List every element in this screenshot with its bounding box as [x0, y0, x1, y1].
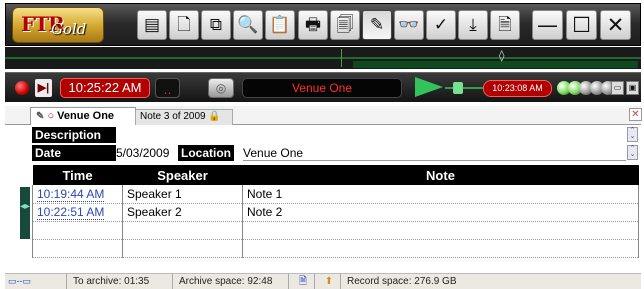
- window-mode-icon[interactable]: ▭: [611, 81, 624, 95]
- description-label: Description: [32, 127, 116, 143]
- find-page-icon[interactable]: 🔍: [233, 10, 263, 40]
- table-row[interactable]: [32, 239, 639, 258]
- notes-header-row: Time Speaker Note: [32, 165, 639, 185]
- note-time-cell[interactable]: 10:22:51 AM: [32, 203, 123, 222]
- record-space-status: Record space: 276.9 GB: [347, 276, 457, 287]
- tab-note-3[interactable]: Note 3 of 2009 🔒: [135, 109, 233, 125]
- session-fields: Description ⌃ ⌄ Date 5/03/2009 Location V…: [5, 125, 641, 161]
- network-status: ▭--▭: [5, 274, 67, 289]
- spellcheck-icon[interactable]: ✓: [426, 10, 456, 40]
- print-preview-icon[interactable]: 🗐: [330, 10, 360, 40]
- play-icon[interactable]: [415, 77, 443, 97]
- note-time-cell[interactable]: [32, 221, 123, 240]
- note-text-cell[interactable]: [242, 221, 639, 240]
- record-button[interactable]: [15, 81, 29, 95]
- note-speaker-cell[interactable]: [122, 221, 243, 240]
- new-page-icon[interactable]: 🗋: [169, 10, 199, 40]
- logo-sub-text: Gold: [51, 20, 87, 38]
- description-scroll-icon[interactable]: ⌃ ⌄: [627, 127, 638, 142]
- lock-icon: 🔒: [208, 111, 221, 122]
- note-speaker-cell[interactable]: Speaker 1: [122, 185, 243, 204]
- notes-panel: ◂▸ Time Speaker Note 10:19:44 AM Speaker …: [5, 165, 641, 270]
- insert-icon[interactable]: ⤓: [458, 10, 488, 40]
- tab-venue-one[interactable]: ✎ ○ Venue One: [30, 107, 136, 125]
- paste-icon[interactable]: 📋: [265, 10, 295, 40]
- note-text-cell[interactable]: Note 1: [242, 185, 639, 204]
- recording-circle-icon: ○: [47, 110, 55, 122]
- pen-icon: ✎: [36, 111, 45, 122]
- current-time-display: 10:25:22 AM: [60, 78, 150, 98]
- location-label: Location: [178, 145, 234, 161]
- note-speaker-cell[interactable]: Speaker 2: [122, 203, 243, 222]
- note-time-cell[interactable]: [32, 239, 123, 258]
- binoculars-icon[interactable]: 👓: [394, 10, 424, 40]
- edit-note-icon[interactable]: ✎: [362, 10, 392, 40]
- maximize-button[interactable]: ☐: [566, 10, 597, 40]
- document-icon[interactable]: 🗎: [490, 10, 520, 40]
- table-row[interactable]: 10:22:51 AM Speaker 2 Note 2: [32, 203, 639, 222]
- column-header-speaker[interactable]: Speaker: [122, 165, 243, 185]
- location-scroll-icon[interactable]: ⌃ ⌄: [627, 145, 638, 160]
- list-icon[interactable]: ▤: [137, 10, 167, 40]
- tab-venue-one-label: Venue One: [57, 110, 115, 122]
- archive-space-status: Archive space: 92:48: [173, 274, 289, 289]
- note-text-cell[interactable]: [242, 239, 639, 258]
- notes-table: Time Speaker Note 10:19:44 AM Speaker 1 No…: [32, 165, 639, 258]
- location-field[interactable]: Venue One: [243, 145, 626, 161]
- note-speaker-cell[interactable]: [122, 239, 243, 258]
- timeline-line: [5, 57, 641, 59]
- note-time-link[interactable]: 10:19:44 AM: [37, 186, 105, 202]
- network-icon: ▭--▭: [8, 276, 32, 286]
- close-tab-icon[interactable]: ✕: [629, 108, 642, 121]
- timeline-recorded-band: [353, 61, 638, 68]
- copy-pages-icon[interactable]: ⧉: [201, 10, 231, 40]
- note-time-link[interactable]: 10:22:51 AM: [37, 205, 105, 220]
- panel-mode-icon[interactable]: ▣: [626, 81, 639, 95]
- document-status-icon: 🗎: [289, 274, 315, 289]
- minimize-button[interactable]: —: [532, 10, 563, 40]
- row-marker[interactable]: ◂▸: [20, 187, 30, 239]
- main-toolbar: FTR Gold ▤ 🗋 ⧉ 🔍 📋 🖶 🗐 ✎ 👓 ✓ ⤓ 🗎 — ☐ ✕: [5, 3, 641, 46]
- to-archive-status: To archive: 01:35: [67, 274, 173, 289]
- options-button[interactable]: ‥: [155, 78, 180, 98]
- tab-bar: ✎ ○ Venue One Note 3 of 2009 🔒 ✕: [5, 106, 642, 125]
- timeline-marker-icon[interactable]: ◊: [499, 49, 508, 62]
- table-row[interactable]: [32, 221, 639, 240]
- timeline-track[interactable]: ◊: [5, 47, 641, 69]
- date-label: Date: [32, 145, 116, 161]
- skip-to-start-icon[interactable]: ▶|: [35, 79, 52, 97]
- table-row[interactable]: 10:19:44 AM Speaker 1 Note 1: [32, 185, 639, 204]
- row-pointer-icon: ◂▸: [20, 201, 31, 212]
- venue-display: Venue One: [242, 78, 402, 98]
- archive-status-icon: ⬆: [315, 274, 341, 289]
- close-button[interactable]: ✕: [600, 10, 631, 40]
- column-header-note[interactable]: Note: [242, 165, 639, 185]
- date-field[interactable]: 5/03/2009: [116, 145, 169, 161]
- transport-bar: ▶| 10:25:22 AM ‥ ◎ Venue One 10:23:08 AM…: [5, 72, 641, 102]
- speed-slider-thumb[interactable]: [453, 82, 463, 94]
- description-field[interactable]: [116, 127, 626, 143]
- column-header-time[interactable]: Time: [32, 165, 123, 185]
- app-logo: FTR Gold: [12, 7, 104, 43]
- print-icon[interactable]: 🖶: [298, 10, 328, 40]
- disc-icon[interactable]: ◎: [208, 78, 234, 98]
- timeline-cursor[interactable]: [341, 49, 342, 67]
- status-bar: ▭--▭ To archive: 01:35 Archive space: 92…: [5, 273, 641, 289]
- speed-slider-track[interactable]: [445, 87, 483, 89]
- note-time-cell[interactable]: 10:19:44 AM: [32, 185, 123, 204]
- note-text-cell[interactable]: Note 2: [242, 203, 639, 222]
- tab-note-3-label: Note 3 of 2009: [140, 111, 206, 122]
- playback-time-display: 10:23:08 AM: [483, 80, 552, 97]
